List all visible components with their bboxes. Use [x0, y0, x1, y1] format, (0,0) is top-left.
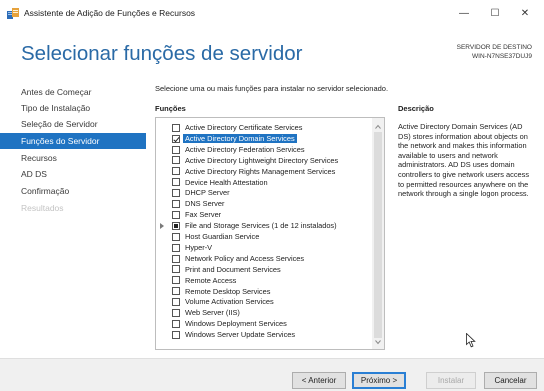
role-item[interactable]: Windows Deployment Services [156, 319, 372, 329]
role-label: Network Policy and Access Services [185, 253, 305, 263]
role-checkbox[interactable] [172, 210, 180, 219]
role-label: Web Server (IIS) [185, 308, 240, 318]
role-checkbox[interactable] [172, 200, 180, 209]
nav-step-installation-type[interactable]: Tipo de Instalação [0, 100, 146, 116]
role-label: Windows Deployment Services [185, 319, 287, 329]
role-checkbox[interactable] [172, 330, 180, 339]
nav-step-features[interactable]: Recursos [0, 150, 146, 166]
destination-server-label: SERVIDOR DE DESTINO [456, 44, 532, 51]
role-description: Active Directory Domain Services (AD DS)… [398, 122, 530, 199]
role-item[interactable]: Print and Document Services [156, 265, 372, 275]
scroll-up-arrow-icon[interactable] [375, 124, 381, 130]
role-item[interactable]: DHCP Server [156, 188, 372, 198]
role-label: Volume Activation Services [185, 297, 274, 307]
role-item[interactable]: Remote Desktop Services [156, 287, 372, 297]
role-checkbox[interactable] [172, 243, 180, 252]
mouse-cursor-icon [466, 333, 476, 348]
role-checkbox[interactable] [172, 309, 180, 318]
role-checkbox[interactable] [172, 265, 180, 274]
role-item[interactable]: Host Guardian Service [156, 232, 372, 242]
role-label: Active Directory Domain Services [183, 133, 297, 144]
role-item[interactable]: File and Storage Services (1 de 12 insta… [156, 221, 372, 231]
roles-list[interactable]: Active Directory Certificate Services Act… [155, 117, 385, 350]
role-checkbox[interactable] [172, 178, 180, 187]
role-label: Host Guardian Service [185, 232, 260, 241]
role-label: Print and Document Services [185, 264, 281, 274]
nav-step-server-roles[interactable]: Funções do Servidor [0, 133, 146, 149]
cancel-button[interactable]: Cancelar [484, 372, 537, 389]
role-item[interactable]: Remote Access [156, 276, 372, 286]
role-label: DNS Server [185, 199, 225, 209]
role-item[interactable]: Fax Server [156, 210, 372, 220]
role-checkbox[interactable] [172, 298, 180, 307]
role-checkbox[interactable] [172, 221, 180, 230]
title-bar: Assistente de Adição de Funções e Recurs… [0, 0, 544, 28]
role-item[interactable]: Network Policy and Access Services [156, 254, 372, 264]
role-label: DHCP Server [185, 188, 230, 198]
role-item[interactable]: Device Health Attestation [156, 178, 372, 188]
install-button: Instalar [426, 372, 476, 389]
nav-step-confirmation[interactable]: Confirmação [0, 183, 146, 199]
role-checkbox[interactable] [172, 319, 180, 328]
role-item[interactable]: Active Directory Certificate Services [156, 123, 372, 133]
role-label: Device Health Attestation [185, 177, 268, 187]
role-label: Remote Desktop Services [185, 286, 271, 296]
role-checkbox[interactable] [172, 167, 180, 176]
roles-scrollbar[interactable] [372, 118, 384, 349]
maximize-button[interactable]: ☐ [484, 6, 506, 22]
role-checkbox[interactable] [172, 232, 180, 241]
role-item[interactable]: Windows Server Update Services [156, 330, 372, 340]
nav-step-ad-ds[interactable]: AD DS [0, 166, 146, 182]
window-title: Assistente de Adição de Funções e Recurs… [24, 8, 196, 18]
role-label: Active Directory Federation Services [185, 144, 305, 154]
role-item[interactable]: Active Directory Lightweight Directory S… [156, 156, 372, 166]
nav-step-server-selection[interactable]: Seleção de Servidor [0, 116, 146, 132]
role-item[interactable]: Active Directory Rights Management Servi… [156, 167, 372, 177]
roles-header: Funções [155, 104, 186, 113]
role-item[interactable]: Active Directory Domain Services [156, 133, 372, 144]
role-checkbox[interactable] [172, 189, 180, 198]
role-checkbox[interactable] [172, 134, 180, 143]
role-label: Windows Server Update Services [185, 330, 296, 340]
destination-server-name: WIN-N7NSE37DUJ9 [472, 53, 532, 60]
minimize-button[interactable]: — [453, 6, 475, 22]
close-button[interactable]: ✕ [514, 6, 536, 22]
expand-arrow-icon[interactable] [160, 223, 164, 230]
role-label: Hyper-V [185, 242, 213, 252]
role-checkbox[interactable] [172, 156, 180, 165]
role-item[interactable]: Active Directory Federation Services [156, 145, 372, 155]
nav-step-before-you-begin[interactable]: Antes de Começar [0, 84, 146, 100]
nav-step-results: Resultados [21, 203, 64, 213]
role-checkbox[interactable] [172, 145, 180, 154]
role-label: File and Storage Services (1 de 12 insta… [185, 221, 337, 231]
role-label: Remote Access [185, 275, 237, 285]
role-label: Fax Server [185, 210, 222, 220]
role-label: Active Directory Certificate Services [185, 123, 303, 132]
next-button[interactable]: Próximo > [352, 372, 406, 389]
role-label: Active Directory Rights Management Servi… [185, 166, 336, 176]
role-item[interactable]: Web Server (IIS) [156, 308, 372, 318]
role-checkbox[interactable] [172, 276, 180, 285]
scroll-down-arrow-icon[interactable] [375, 339, 381, 345]
previous-button[interactable]: < Anterior [292, 372, 346, 389]
instruction-text: Selecione uma ou mais funções para insta… [155, 84, 389, 93]
server-manager-icon [7, 8, 19, 19]
role-checkbox[interactable] [172, 287, 180, 296]
role-item[interactable]: Volume Activation Services [156, 297, 372, 307]
role-item[interactable]: DNS Server [156, 199, 372, 209]
description-header: Descrição [398, 104, 434, 113]
role-item[interactable]: Hyper-V [156, 243, 372, 253]
role-checkbox[interactable] [172, 254, 180, 263]
scroll-thumb[interactable] [374, 132, 382, 338]
wizard-footer: < Anterior Próximo > Instalar Cancelar [0, 358, 544, 391]
role-label: Active Directory Lightweight Directory S… [185, 155, 339, 165]
role-checkbox[interactable] [172, 123, 180, 132]
page-title: Selecionar funções de servidor [21, 42, 303, 65]
